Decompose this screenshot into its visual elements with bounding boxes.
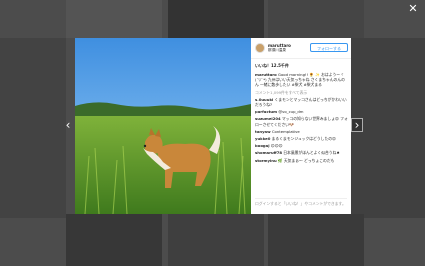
comment-text: 🌿 天気まぁ〜 どっちょこのだも bbox=[277, 157, 335, 163]
comment-item: suzumei204 マッコの知らない世界みましょ😊 フォローさせてください🐶 bbox=[255, 116, 348, 126]
post-side-panel: maruttaro 那須川温泉 フォローする いいね！12.5千件 marutt… bbox=[251, 38, 351, 214]
comment-text: まるくまモンジュックはどうしたの😊 bbox=[271, 136, 337, 142]
comment-item: stormyinu 🌿 天気まぁ〜 どっちょこのだも bbox=[255, 158, 348, 163]
comments-list: maruttaro Good morning!! 🌻 ✨ おはようーヾ(´▽`*… bbox=[255, 72, 348, 165]
avatar[interactable] bbox=[255, 43, 265, 53]
login-prompt[interactable]: ログインすると「いいね！」やコメントができます。 bbox=[255, 198, 347, 206]
comment-username[interactable]: parfactum bbox=[255, 109, 277, 114]
comment-item: yukke0 まるくまモンジュックはどうしたの😊 bbox=[255, 136, 348, 141]
follow-button[interactable]: フォローする bbox=[310, 43, 348, 52]
post-header: maruttaro 那須川温泉 フォローする bbox=[251, 38, 351, 59]
post-photo bbox=[75, 38, 251, 214]
comment-username[interactable]: yukke0 bbox=[255, 136, 270, 141]
comment-username[interactable]: stormyinu bbox=[255, 158, 277, 163]
likes-count[interactable]: いいね！12.5千件 bbox=[255, 63, 289, 69]
comment-item: tanyaw Contemplative bbox=[255, 129, 348, 134]
comment-username[interactable]: boogaj bbox=[255, 143, 270, 148]
shiba-in-field-image bbox=[75, 38, 251, 214]
view-all-comments-link[interactable]: コメント1,099件をすべて表示 bbox=[255, 90, 348, 95]
comment-text: 😊😊😊 bbox=[270, 143, 283, 149]
comment-text: Contemplative bbox=[271, 128, 300, 134]
comment-username[interactable]: tanyaw bbox=[255, 129, 271, 134]
comment-username[interactable]: shomaruff78 bbox=[255, 150, 282, 155]
comment-text: 日本風景がほんとよく似合うね♠ bbox=[283, 150, 340, 156]
close-icon[interactable]: ✕ bbox=[407, 3, 419, 15]
post-modal: maruttaro 那須川温泉 フォローする いいね！12.5千件 marutt… bbox=[75, 38, 351, 214]
comment-item: s.0uuuki くまモンとマッコさんはどっちがかわいいだろうね? bbox=[255, 97, 348, 107]
comment-item: boogaj 😊😊😊 bbox=[255, 143, 348, 148]
post-location[interactable]: 那須川温泉 bbox=[268, 48, 286, 53]
comment-item: shomaruff78 日本風景がほんとよく似合うね♠ bbox=[255, 150, 348, 155]
previous-post-arrow[interactable]: ‹ bbox=[62, 118, 74, 132]
comment-item: parfactum @vo_cup_dm bbox=[255, 109, 348, 114]
next-post-arrow[interactable]: › bbox=[351, 118, 363, 132]
comment-text: @vo_cup_dm bbox=[278, 109, 304, 115]
comment-item: maruttaro Good morning!! 🌻 ✨ おはようーヾ(´▽`*… bbox=[255, 72, 348, 88]
